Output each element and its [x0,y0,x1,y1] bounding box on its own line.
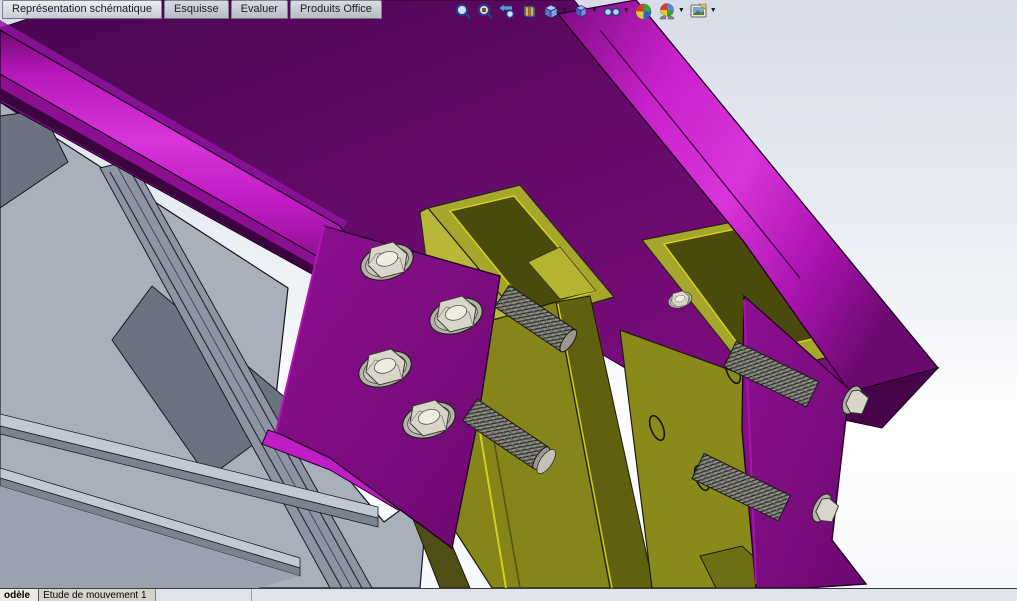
model-motion-tab-bar: odèle Etude de mouvement 1 [0,588,1017,601]
zoom-to-fit-icon[interactable] [452,1,474,21]
dropdown-arrow-icon[interactable]: ▼ [561,6,568,16]
section-view-icon[interactable] [518,1,540,21]
tab-produits-office[interactable]: Produits Office [289,0,382,19]
apply-scene-icon[interactable]: ▼ [655,1,687,22]
tab-etude-de-mouvement-1[interactable]: Etude de mouvement 1 [39,589,156,601]
tab-evaluer[interactable]: Evaluer [230,0,288,19]
dropdown-arrow-icon[interactable]: ▼ [710,6,717,16]
dropdown-arrow-icon[interactable]: ▼ [591,6,598,16]
zoom-to-area-icon[interactable] [474,1,496,21]
hide-show-items-icon[interactable]: ▼ [600,1,632,21]
display-style-icon[interactable]: ▼ [570,1,600,21]
tab-bar-divider [250,589,252,601]
view-settings-icon[interactable]: ▼ [687,1,719,22]
3d-viewport[interactable] [0,0,1017,588]
command-manager-tabs: Représentation schématique Esquisse Eval… [2,0,382,19]
dropdown-arrow-icon[interactable]: ▼ [623,6,630,16]
tab-representation-schematique[interactable]: Représentation schématique [2,0,163,19]
tab-esquisse[interactable]: Esquisse [164,0,229,19]
view-orientation-icon[interactable]: ▼ [540,1,570,21]
heads-up-view-toolbar: ▼ ▼ ▼ ▼ ▼ [452,1,719,21]
tab-modele[interactable]: odèle [0,589,40,601]
dropdown-arrow-icon[interactable]: ▼ [678,6,685,16]
cad-scene[interactable] [0,0,1017,588]
previous-view-icon[interactable] [496,1,518,21]
edit-appearance-icon[interactable] [632,1,655,22]
